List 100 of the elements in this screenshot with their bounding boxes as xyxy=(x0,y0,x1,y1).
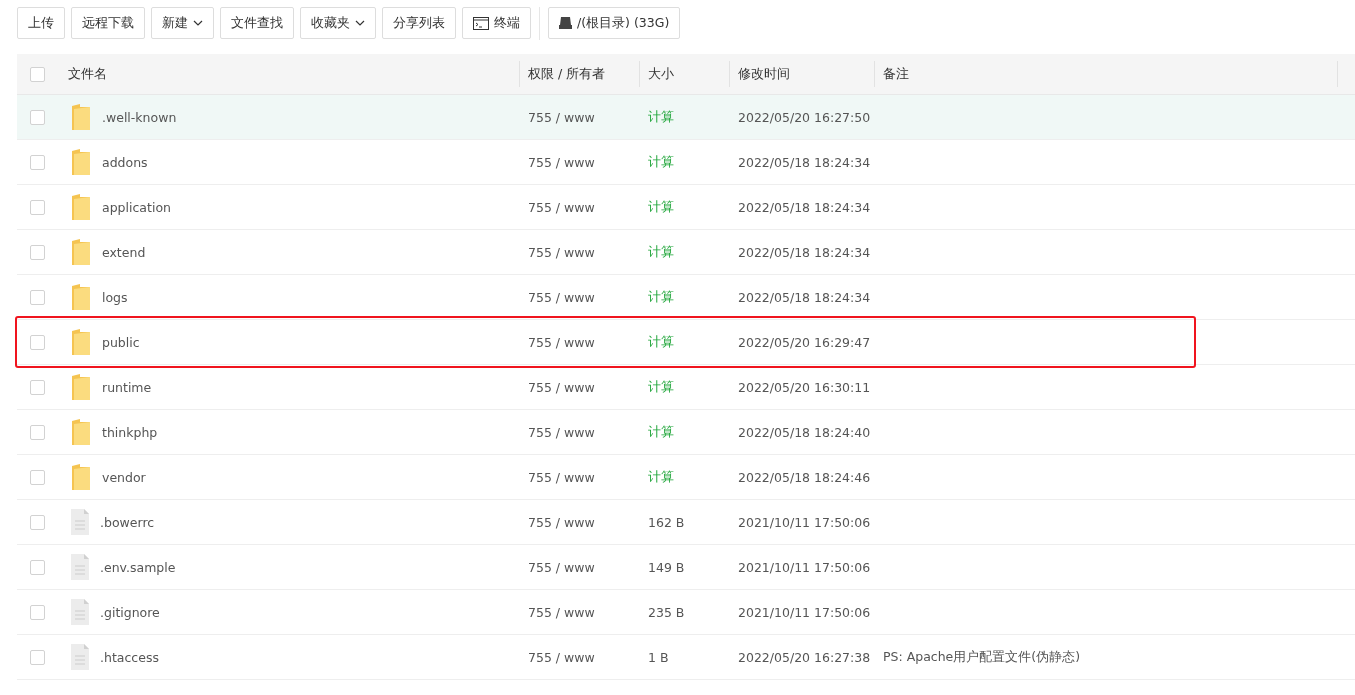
disk-icon xyxy=(559,17,572,29)
file-size: 1 B xyxy=(648,649,669,665)
file-name[interactable]: thinkphp xyxy=(102,424,158,440)
folder-icon xyxy=(70,193,92,221)
checkbox[interactable] xyxy=(29,424,45,440)
table-row[interactable]: .bowerrc 755 / www 162 B 2021/10/11 17:50:06 xyxy=(17,500,1355,545)
file-icon xyxy=(70,643,90,671)
file-icon xyxy=(70,553,90,581)
table-row[interactable]: logs 755 / www 计算 2022/05/18 18:24:34 xyxy=(17,275,1355,320)
toolbar-button[interactable]: 文件查找 xyxy=(220,7,294,39)
column-header[interactable]: 文件名 xyxy=(68,65,107,83)
toolbar-button[interactable]: 分享列表 xyxy=(382,7,456,39)
permissions: 755 / www xyxy=(528,109,595,125)
file-name[interactable]: .bowerrc xyxy=(100,514,155,530)
file-icon xyxy=(70,598,90,626)
terminal-icon xyxy=(473,16,489,30)
caret-icon xyxy=(355,20,365,26)
toolbar-button[interactable]: 远程下载 xyxy=(71,7,145,39)
checkbox[interactable] xyxy=(29,514,45,530)
folder-icon xyxy=(70,418,92,446)
modified-time: 2021/10/11 17:50:06 xyxy=(738,604,871,620)
checkbox[interactable] xyxy=(29,66,45,82)
folder-icon xyxy=(70,103,92,131)
folder-icon xyxy=(70,373,92,401)
file-icon xyxy=(70,508,90,536)
file-name[interactable]: .well-known xyxy=(102,109,177,125)
modified-time: 2022/05/18 18:24:40 xyxy=(738,424,871,440)
table-row[interactable]: vendor 755 / www 计算 2022/05/18 18:24:46 xyxy=(17,455,1355,500)
modified-time: 2022/05/20 16:30:11 xyxy=(738,379,871,395)
column-header[interactable]: 权限 / 所有者 xyxy=(528,65,606,83)
table-row[interactable]: extend 755 / www 计算 2022/05/18 18:24:34 xyxy=(17,230,1355,275)
permissions: 755 / www xyxy=(528,469,595,485)
table-row[interactable]: .htaccess 755 / www 1 B 2022/05/20 16:27:38 PS: Apache用户配置文件(伪静态) xyxy=(17,635,1355,680)
permissions: 755 / www xyxy=(528,649,595,665)
file-name[interactable]: application xyxy=(102,199,171,215)
table-row[interactable]: .gitignore 755 / www 235 B 2021/10/11 17:50:06 xyxy=(17,590,1355,635)
modified-time: 2022/05/18 18:24:34 xyxy=(738,289,871,305)
checkbox[interactable] xyxy=(29,109,45,125)
modified-time: 2021/10/11 17:50:06 xyxy=(738,514,871,530)
file-name[interactable]: public xyxy=(102,334,140,350)
file-name[interactable]: .env.sample xyxy=(100,559,176,575)
folder-icon xyxy=(70,283,92,311)
permissions: 755 / www xyxy=(528,424,595,440)
file-name[interactable]: extend xyxy=(102,244,146,260)
table-row[interactable]: .env.sample 755 / www 149 B 2021/10/11 17:50:06 xyxy=(17,545,1355,590)
checkbox[interactable] xyxy=(29,469,45,485)
file-name[interactable]: .htaccess xyxy=(100,649,159,665)
toolbar-button[interactable]: 上传 xyxy=(17,7,65,39)
table-row[interactable]: .well-known 755 / www 计算 2022/05/20 16:27:50 xyxy=(17,95,1355,140)
checkbox[interactable] xyxy=(29,334,45,350)
modified-time: 2022/05/20 16:27:50 xyxy=(738,109,871,125)
table-row[interactable]: public 755 / www 计算 2022/05/20 16:29:47 xyxy=(17,320,1355,365)
permissions: 755 / www xyxy=(528,199,595,215)
modified-time: 2022/05/18 18:24:34 xyxy=(738,199,871,215)
modified-time: 2022/05/18 18:24:34 xyxy=(738,154,871,170)
file-size: 149 B xyxy=(648,559,685,575)
folder-icon xyxy=(70,463,92,491)
file-size: 162 B xyxy=(648,514,685,530)
folder-icon xyxy=(70,148,92,176)
column-header[interactable]: 备注 xyxy=(883,65,909,83)
table-row[interactable]: runtime 755 / www 计算 2022/05/20 16:30:11 xyxy=(17,365,1355,410)
permissions: 755 / www xyxy=(528,379,595,395)
permissions: 755 / www xyxy=(528,514,595,530)
permissions: 755 / www xyxy=(528,289,595,305)
modified-time: 2022/05/18 18:24:46 xyxy=(738,469,871,485)
file-name[interactable]: addons xyxy=(102,154,148,170)
table-row[interactable]: thinkphp 755 / www 计算 2022/05/18 18:24:40 xyxy=(17,410,1355,455)
checkbox[interactable] xyxy=(29,559,45,575)
folder-icon xyxy=(70,238,92,266)
toolbar-button[interactable]: 终端 xyxy=(462,7,531,39)
file-size: 235 B xyxy=(648,604,685,620)
checkbox[interactable] xyxy=(29,604,45,620)
modified-time: 2022/05/18 18:24:34 xyxy=(738,244,871,260)
modified-time: 2021/10/11 17:50:06 xyxy=(738,559,871,575)
checkbox[interactable] xyxy=(29,199,45,215)
table-row[interactable]: addons 755 / www 计算 2022/05/18 18:24:34 xyxy=(17,140,1355,185)
permissions: 755 / www xyxy=(528,244,595,260)
toolbar-button[interactable]: /(根目录) (33G) xyxy=(548,7,681,39)
file-name[interactable]: logs xyxy=(102,289,128,305)
permissions: 755 / www xyxy=(528,604,595,620)
checkbox[interactable] xyxy=(29,289,45,305)
permissions: 755 / www xyxy=(528,559,595,575)
table-row[interactable]: application 755 / www 计算 2022/05/18 18:24:34 xyxy=(17,185,1355,230)
caret-icon xyxy=(193,20,203,26)
file-name[interactable]: vendor xyxy=(102,469,146,485)
checkbox[interactable] xyxy=(29,154,45,170)
checkbox[interactable] xyxy=(29,379,45,395)
column-header[interactable]: 修改时间 xyxy=(738,65,790,83)
toolbar-button[interactable]: 新建 xyxy=(151,7,214,39)
checkbox[interactable] xyxy=(29,649,45,665)
file-name[interactable]: .gitignore xyxy=(100,604,160,620)
checkbox[interactable] xyxy=(29,244,45,260)
modified-time: 2022/05/20 16:27:38 xyxy=(738,649,871,665)
column-header[interactable]: 大小 xyxy=(648,65,674,83)
modified-time: 2022/05/20 16:29:47 xyxy=(738,334,871,350)
permissions: 755 / www xyxy=(528,154,595,170)
file-name[interactable]: runtime xyxy=(102,379,152,395)
note: PS: Apache用户配置文件(伪静态) xyxy=(883,648,1081,664)
toolbar-button[interactable]: 收藏夹 xyxy=(300,7,376,39)
permissions: 755 / www xyxy=(528,334,595,350)
